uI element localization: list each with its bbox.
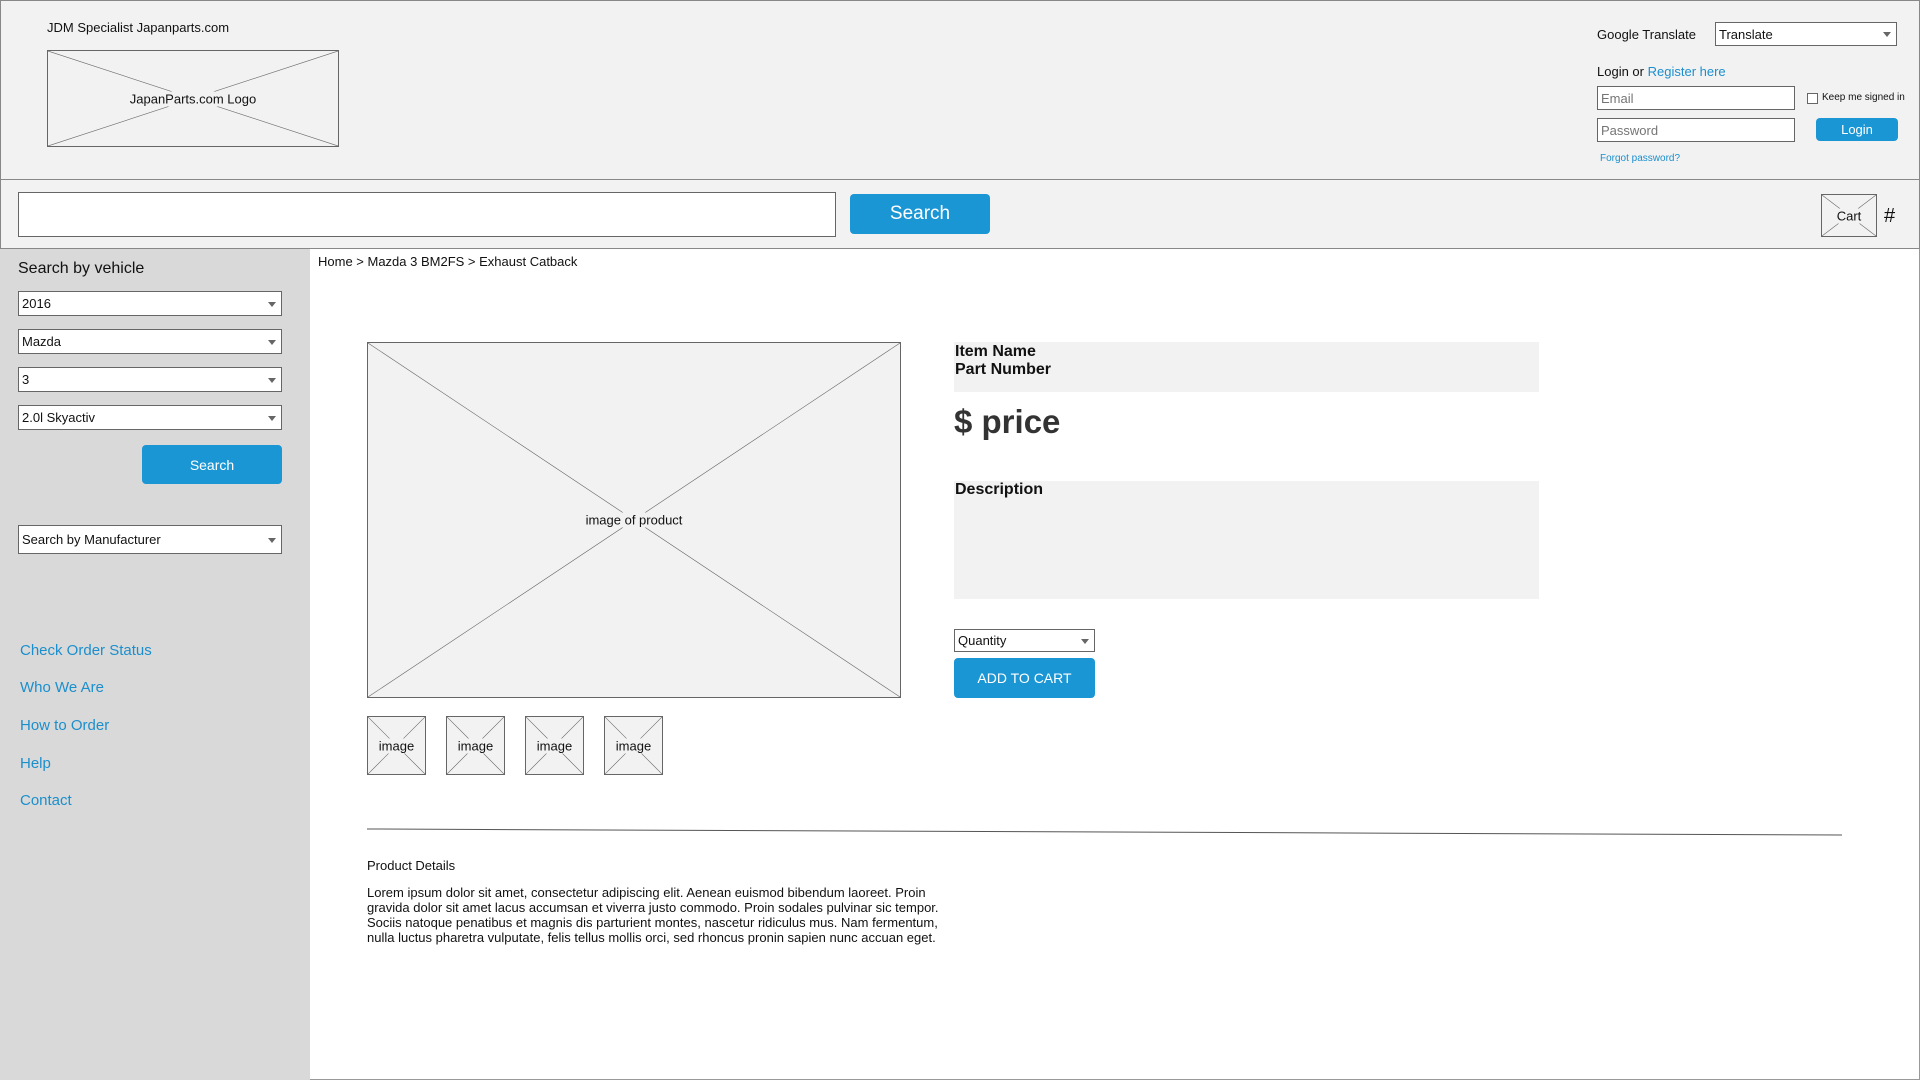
cart-label: Cart: [1834, 208, 1864, 223]
thumbnail-label: image: [534, 738, 575, 753]
engine-select[interactable]: 2.0l Skyactiv: [18, 405, 282, 430]
make-select[interactable]: Mazda: [18, 329, 282, 354]
part-number: Part Number: [955, 361, 1052, 378]
login-button[interactable]: Login: [1816, 118, 1898, 141]
item-name: Item Name: [955, 343, 1036, 360]
vehicle-search-button[interactable]: Search: [142, 445, 282, 484]
login-prompt: Login or Register here: [1597, 64, 1726, 79]
thumbnail-label: image: [455, 738, 496, 753]
site-header: JDM Specialist Japanparts.com JapanParts…: [0, 0, 1920, 180]
add-to-cart-button[interactable]: ADD TO CART: [954, 658, 1095, 698]
product-price: $ price: [954, 403, 1061, 440]
model-select[interactable]: 3: [18, 367, 282, 392]
register-link[interactable]: Register here: [1648, 64, 1726, 79]
thumbnail-image[interactable]: image: [525, 716, 584, 775]
sidebar-link-help[interactable]: Help: [20, 755, 51, 772]
section-divider: [367, 828, 1842, 836]
chevron-down-icon: [268, 537, 276, 543]
search-bar: Search Cart #: [0, 179, 1920, 249]
search-button[interactable]: Search: [850, 194, 990, 234]
login-text: Login or: [1597, 64, 1644, 79]
quantity-select[interactable]: Quantity: [954, 629, 1095, 652]
translate-label: Google Translate: [1597, 27, 1697, 42]
manufacturer-select[interactable]: Search by Manufacturer: [18, 525, 282, 554]
quantity-select-value: Quantity: [958, 633, 1007, 648]
item-info-box: Item Name Part Number: [954, 342, 1539, 392]
chevron-down-icon: [1081, 638, 1089, 644]
thumbnail-label: image: [613, 738, 654, 753]
site-logo[interactable]: JapanParts.com Logo: [47, 50, 339, 147]
sidebar-link-who-we-are[interactable]: Who We Are: [20, 679, 104, 696]
email-field[interactable]: [1597, 86, 1795, 110]
keep-signed-in-checkbox[interactable]: [1807, 93, 1818, 104]
thumbnail-image[interactable]: image: [604, 716, 663, 775]
sidebar-link-how-to-order[interactable]: How to Order: [20, 717, 109, 734]
thumbnail-label: image: [376, 738, 417, 753]
chevron-down-icon: [268, 415, 276, 421]
search-input[interactable]: [18, 192, 836, 237]
site-title: JDM Specialist Japanparts.com: [47, 20, 230, 35]
chevron-down-icon: [268, 301, 276, 307]
year-select-value: 2016: [22, 296, 51, 311]
main-product-image[interactable]: image of product: [367, 342, 901, 698]
password-field[interactable]: [1597, 118, 1795, 142]
product-details-heading: Product Details: [367, 858, 456, 873]
search-by-vehicle-heading: Search by vehicle: [18, 260, 145, 277]
sidebar-link-contact[interactable]: Contact: [20, 792, 72, 809]
translate-select-value: Translate: [1719, 26, 1773, 42]
description-label: Description: [955, 481, 1044, 498]
forgot-password-link[interactable]: Forgot password?: [1600, 153, 1680, 164]
cart-icon[interactable]: Cart: [1821, 194, 1877, 237]
cart-count: #: [1884, 205, 1896, 227]
thumbnail-image[interactable]: image: [446, 716, 505, 775]
year-select[interactable]: 2016: [18, 291, 282, 316]
model-select-value: 3: [22, 372, 30, 387]
breadcrumb[interactable]: Home > Mazda 3 BM2FS > Exhaust Catback: [318, 254, 577, 269]
make-select-value: Mazda: [22, 334, 62, 349]
product-details-body: Lorem ipsum dolor sit amet, consectetur …: [367, 885, 939, 945]
chevron-down-icon: [1883, 32, 1891, 37]
keep-signed-in-label: Keep me signed in: [1822, 92, 1905, 103]
thumbnail-image[interactable]: image: [367, 716, 426, 775]
description-box: Description: [954, 481, 1539, 599]
manufacturer-select-value: Search by Manufacturer: [22, 532, 161, 547]
chevron-down-icon: [268, 377, 276, 383]
sidebar: Search by vehicle 2016 Mazda 3 2.0l Skya…: [0, 249, 310, 1080]
chevron-down-icon: [268, 339, 276, 345]
logo-label: JapanParts.com Logo: [127, 91, 259, 106]
engine-select-value: 2.0l Skyactiv: [22, 410, 95, 425]
translate-select[interactable]: Translate: [1715, 22, 1897, 46]
main-image-label: image of product: [583, 512, 685, 528]
sidebar-link-check-order-status[interactable]: Check Order Status: [20, 642, 152, 659]
